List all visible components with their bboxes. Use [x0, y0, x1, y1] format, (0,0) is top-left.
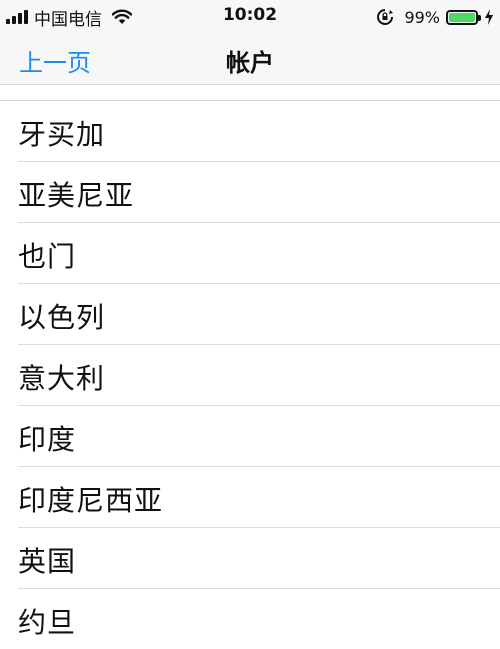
list-item-label: 亚美尼亚: [18, 179, 135, 212]
list-item-label: 以色列: [18, 301, 106, 334]
country-list: 牙买加 亚美尼亚 也门 以色列 意大利 印度 印度尼西亚 英国 约旦: [0, 100, 500, 649]
list-item-label: 印度尼西亚: [18, 484, 164, 517]
navigation-bar: 上一页 帐户: [0, 34, 500, 85]
list-item-label: 印度: [18, 423, 77, 456]
list-item-label: 约旦: [18, 606, 77, 639]
rotation-lock-icon: [377, 9, 394, 25]
list-item[interactable]: 约旦: [18, 589, 500, 649]
list-item-label: 意大利: [18, 362, 106, 395]
list-item[interactable]: 英国: [18, 528, 500, 589]
list-item[interactable]: 意大利: [18, 345, 500, 406]
list-item-label: 牙买加: [18, 118, 106, 151]
list-item-label: 也门: [18, 240, 77, 273]
status-bar: 中国电信 10:02 99%: [0, 0, 500, 34]
list-item-label: 英国: [18, 545, 77, 578]
charging-bolt-icon: [485, 9, 493, 25]
page-title: 帐户: [226, 49, 274, 77]
list-item[interactable]: 印度: [18, 406, 500, 467]
list-item[interactable]: 以色列: [18, 284, 500, 345]
battery-icon: [446, 9, 481, 25]
list-item[interactable]: 印度尼西亚: [18, 467, 500, 528]
status-right: 99%: [376, 6, 494, 28]
battery-percent: 99%: [404, 7, 440, 27]
list-item[interactable]: 亚美尼亚: [18, 162, 500, 223]
list-item[interactable]: 也门: [18, 223, 500, 284]
battery-level: [449, 12, 475, 22]
list-item[interactable]: 牙买加: [18, 101, 500, 162]
